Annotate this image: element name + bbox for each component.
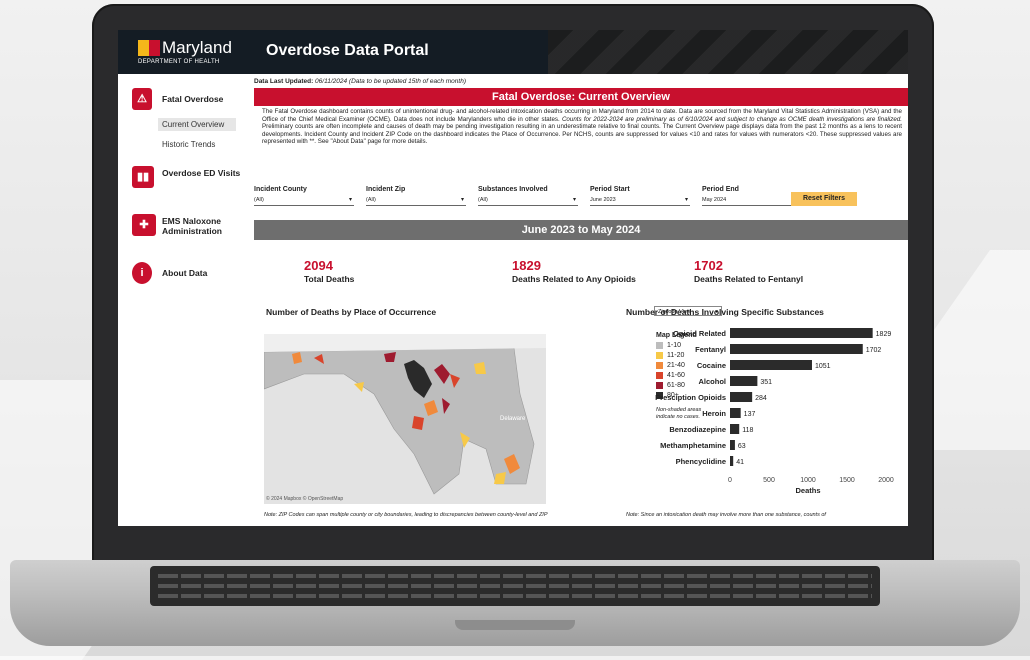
- laptop-screen: Maryland DEPARTMENT OF HEALTH Overdose D…: [118, 30, 908, 526]
- bar-value-label: 118: [742, 427, 753, 434]
- main-content: Data Last Updated: 06/11/2024 (Data to b…: [254, 74, 908, 526]
- logo-name: Maryland: [162, 38, 232, 57]
- bar[interactable]: [730, 328, 873, 338]
- kpi-label: Deaths Related to Fentanyl: [694, 274, 804, 284]
- top-bar: Maryland DEPARTMENT OF HEALTH Overdose D…: [118, 30, 908, 74]
- filter-label: Substances Involved: [478, 186, 548, 193]
- bar[interactable]: [730, 376, 758, 386]
- bar-category-label: Opioid Related: [673, 329, 726, 338]
- filter-label: Incident Zip: [366, 186, 406, 193]
- last-updated-value: 06/11/2024 (Data to be updated 15th of e…: [315, 78, 466, 85]
- sidebar: ⚠ Fatal Overdose Current Overview Histor…: [118, 74, 248, 526]
- bar-value-label: 1702: [866, 347, 882, 354]
- kpi-fentanyl-deaths: 1702 Deaths Related to Fentanyl: [694, 258, 854, 284]
- bar-value-label: 1829: [876, 331, 892, 338]
- x-tick-label: 2000: [878, 477, 894, 484]
- map-credit: © 2024 Mapbox © OpenStreetMap: [266, 496, 344, 502]
- ed-visits-icon: ▮▮: [132, 166, 154, 188]
- bar-category-label: Benzodiazepine: [669, 425, 726, 434]
- description-italic-text: Counts for 2022-2024 are preliminary as …: [561, 115, 902, 123]
- dashboard-description: The Fatal Overdose dashboard contains co…: [262, 108, 902, 146]
- maryland-zip-map[interactable]: Delaware © 2024 Mapbox © OpenStreetMap: [264, 334, 546, 504]
- period-banner: June 2023 to May 2024: [254, 220, 908, 240]
- bar-value-label: 1051: [815, 363, 831, 370]
- info-icon: i: [132, 262, 152, 284]
- sidebar-item-label: About Data: [162, 268, 208, 278]
- kpi-label: Total Deaths: [304, 274, 355, 284]
- bar-value-label: 284: [755, 395, 767, 402]
- incident-zip-select[interactable]: (All): [366, 195, 466, 206]
- x-tick-label: 0: [728, 477, 732, 484]
- bar-panel-title: Number of Deaths Involving Specific Subs…: [626, 307, 824, 317]
- bar[interactable]: [730, 408, 741, 418]
- bar-value-label: 41: [736, 459, 744, 466]
- bar-category-label: Alcohol: [699, 377, 727, 386]
- bar-category-label: Presciption Opioids: [655, 393, 726, 402]
- bar[interactable]: [730, 440, 735, 450]
- kpi-opioid-deaths: 1829 Deaths Related to Any Opioids: [512, 258, 672, 284]
- filter-incident-zip: Incident Zip (All): [366, 186, 466, 206]
- ambulance-icon: ✚: [132, 214, 156, 236]
- laptop-trackpad-notch: [455, 620, 575, 630]
- bar-value-label: 351: [760, 379, 772, 386]
- bar-category-label: Heroin: [702, 409, 726, 418]
- filter-substances: Substances Involved (All): [478, 186, 578, 206]
- map-panel-title: Number of Deaths by Place of Occurrence: [266, 307, 437, 317]
- kpi-total-deaths: 2094 Total Deaths: [304, 258, 464, 284]
- filter-label: Incident County: [254, 186, 307, 193]
- bar-category-label: Phencyclidine: [676, 457, 726, 466]
- kpi-value: 2094: [304, 258, 333, 273]
- sidebar-item-label: Overdose ED Visits: [162, 168, 241, 178]
- filter-label: Period End: [702, 186, 739, 193]
- bar-category-label: Methamphetamine: [660, 441, 726, 450]
- laptop-keyboard: [150, 566, 880, 606]
- bar[interactable]: [730, 456, 734, 466]
- bar-note: Note: Since an intoxication death may in…: [626, 512, 826, 518]
- sidebar-item-label: EMS Naloxone Administration: [162, 216, 222, 236]
- x-tick-label: 500: [763, 477, 775, 484]
- kpi-value: 1829: [512, 258, 541, 273]
- flag-pattern: [548, 30, 908, 74]
- x-tick-label: 1500: [839, 477, 855, 484]
- bar-value-label: 63: [738, 443, 746, 450]
- bar-category-label: Fentanyl: [695, 345, 726, 354]
- period-start-select[interactable]: June 2023: [590, 195, 690, 206]
- reset-filters-button[interactable]: Reset Filters: [791, 192, 857, 206]
- kpi-value: 1702: [694, 258, 723, 273]
- bar[interactable]: [730, 360, 812, 370]
- filter-label: Period Start: [590, 186, 630, 193]
- substances-bar-chart: Opioid Related 1829 Fentanyl 1702 Cocaine 105…: [655, 328, 894, 495]
- sidebar-item-label: Fatal Overdose: [162, 94, 224, 104]
- maryland-health-logo[interactable]: Maryland DEPARTMENT OF HEALTH: [138, 38, 232, 65]
- incident-county-select[interactable]: (All): [254, 195, 354, 206]
- fatal-overdose-icon: ⚠: [132, 88, 152, 110]
- description-text: Preliminary counts are often incomplete …: [262, 123, 902, 146]
- filter-incident-county: Incident County (All): [254, 186, 354, 206]
- period-end-select[interactable]: May 2024: [702, 195, 802, 206]
- bar[interactable]: [730, 424, 740, 434]
- kpi-label: Deaths Related to Any Opioids: [512, 274, 636, 284]
- page-banner: Fatal Overdose: Current Overview: [254, 88, 908, 106]
- filter-period-start: Period Start June 2023: [590, 186, 690, 206]
- x-tick-label: 1000: [800, 477, 816, 484]
- sidebar-subitem-historic-trends[interactable]: Historic Trends: [158, 138, 236, 151]
- substances-select[interactable]: (All): [478, 195, 578, 206]
- bar[interactable]: [730, 344, 863, 354]
- last-updated: Data Last Updated: 06/11/2024 (Data to b…: [254, 78, 466, 85]
- portal-title: Overdose Data Portal: [266, 42, 429, 59]
- bar-value-label: 137: [744, 411, 756, 418]
- last-updated-label: Data Last Updated:: [254, 78, 314, 85]
- x-axis-title: Deaths: [795, 486, 820, 495]
- map-note: Note: ZIP Codes can span multiple county…: [264, 512, 548, 518]
- bar-category-label: Cocaine: [697, 361, 726, 370]
- bar[interactable]: [730, 392, 753, 402]
- logo-subtitle: DEPARTMENT OF HEALTH: [138, 59, 220, 65]
- filter-period-end: Period End May 2024: [702, 186, 802, 206]
- delaware-map-label: Delaware: [500, 416, 526, 422]
- maryland-flag-icon: [138, 40, 160, 56]
- sidebar-subitem-current-overview[interactable]: Current Overview: [158, 118, 236, 131]
